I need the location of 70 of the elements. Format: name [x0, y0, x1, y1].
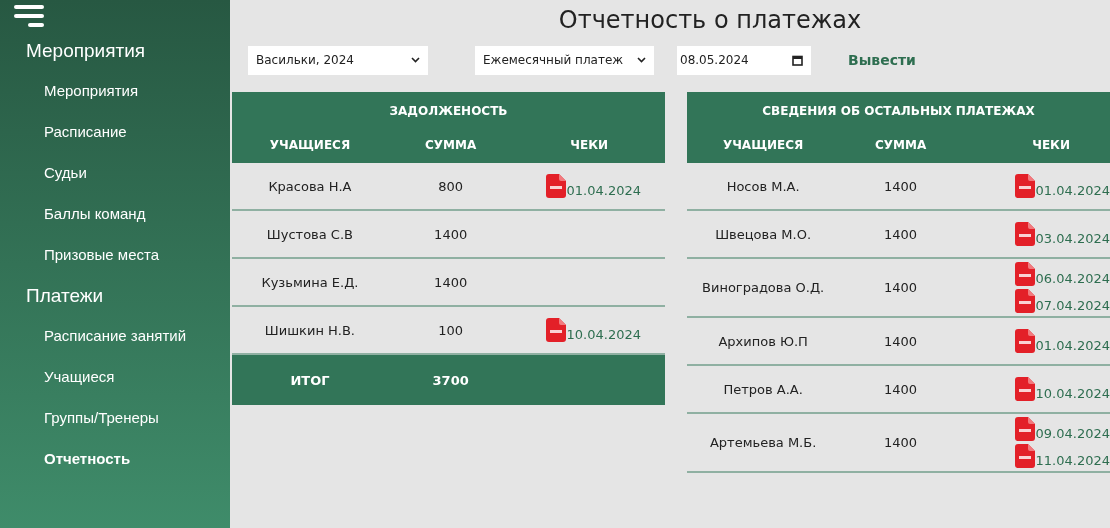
table-cell: 1400	[434, 226, 468, 242]
receipt-link[interactable]: 10.04.2024	[1035, 387, 1110, 401]
column-header: СУММА	[424, 137, 478, 152]
column-header: ЧЕКИ	[1031, 137, 1071, 152]
file-icon[interactable]	[545, 174, 566, 198]
sidebar-item[interactable]: Учащиеся	[44, 356, 115, 397]
file-icon[interactable]	[1014, 222, 1035, 246]
menu-icon[interactable]	[14, 4, 44, 30]
page-title: Отчетность о платежах	[558, 6, 862, 34]
receipt-link[interactable]: 01.04.2024	[1035, 184, 1110, 198]
table-cell: Артемьева М.Б.	[709, 435, 817, 450]
file-icon[interactable]	[1014, 289, 1035, 313]
column-header: УЧАЩИЕСЯ	[268, 137, 352, 152]
receipt-link[interactable]: 06.04.2024	[1035, 272, 1110, 286]
receipt-link[interactable]: 10.04.2024	[566, 328, 641, 342]
table-cell: Шустова С.В	[266, 226, 353, 242]
table-cell: 100	[438, 322, 464, 338]
submit-button[interactable]: Вывести	[848, 52, 916, 68]
receipt-link[interactable]: 11.04.2024	[1035, 454, 1110, 468]
file-icon[interactable]	[1014, 444, 1035, 468]
receipt-link[interactable]: 03.04.2024	[1035, 232, 1110, 246]
sidebar-item[interactable]: Расписание занятий	[44, 315, 187, 356]
column-header: ЧЕКИ	[569, 137, 610, 152]
table-title: ЗАДОЛЖЕНОСТЬ	[388, 103, 509, 120]
table-cell: 1400	[434, 274, 468, 290]
sidebar-item[interactable]: Призовые места	[44, 234, 159, 275]
table-cell: Кузьмина Е.Д.	[261, 274, 359, 290]
chevron-icon	[637, 57, 646, 63]
sidebar-item[interactable]: Судьи	[44, 152, 87, 193]
table-cell: Красова Н.А	[268, 178, 352, 194]
payment-type-select[interactable]: Ежемесячный платеж	[475, 45, 654, 75]
date-field[interactable]: 08.05.2024	[677, 45, 811, 75]
receipt-link[interactable]: 01.04.2024	[566, 184, 641, 198]
table-cell: 1400	[884, 226, 918, 242]
total-label: ИТОГ	[289, 372, 331, 388]
table-cell: Швецова М.О.	[715, 226, 812, 242]
file-icon[interactable]	[545, 318, 566, 342]
column-header: УЧАЩИЕСЯ	[721, 137, 805, 152]
table-cell: 800	[438, 178, 464, 194]
file-icon[interactable]	[1014, 174, 1035, 198]
sidebar-item[interactable]: Группы/Тренеры	[44, 397, 159, 438]
sidebar-section-title[interactable]: Платежи	[26, 285, 104, 307]
sidebar-item[interactable]: Отчетность	[44, 438, 131, 479]
table-cell: Носов М.А.	[726, 178, 800, 194]
table-title: СВЕДЕНИЯ ОБ ОСТАЛЬНЫХ ПЛАТЕЖАХ	[761, 103, 1036, 120]
sidebar-item[interactable]: Мероприятия	[44, 70, 139, 111]
calendar-icon	[792, 54, 803, 66]
table-cell: Архипов Ю.П	[718, 333, 808, 349]
file-icon[interactable]	[1014, 262, 1035, 286]
file-icon[interactable]	[1014, 329, 1035, 353]
receipt-link[interactable]: 09.04.2024	[1035, 427, 1110, 441]
table-cell: Петров А.А.	[723, 381, 803, 397]
file-icon[interactable]	[1014, 417, 1035, 441]
table-cell: 1400	[884, 381, 918, 397]
sidebar-section-title[interactable]: Мероприятия	[26, 40, 146, 62]
receipt-link[interactable]: 01.04.2024	[1035, 339, 1110, 353]
event-select[interactable]: Васильки, 2024	[248, 45, 428, 75]
table-cell: 1400	[884, 435, 918, 450]
receipt-link[interactable]: 07.04.2024	[1035, 299, 1110, 313]
table-cell: 1400	[884, 333, 918, 349]
column-header: СУММА	[873, 137, 928, 152]
table-cell: Шишкин Н.В.	[264, 322, 355, 338]
table-cell: 1400	[884, 280, 918, 295]
sidebar-item[interactable]: Расписание	[44, 111, 127, 152]
table-cell: 1400	[884, 178, 918, 194]
total-amount: 3700	[431, 372, 470, 388]
table-cell: Виноградова О.Д.	[702, 280, 825, 295]
sidebar-item[interactable]: Баллы команд	[44, 193, 146, 234]
file-icon[interactable]	[1014, 377, 1035, 401]
chevron-icon	[411, 57, 420, 63]
